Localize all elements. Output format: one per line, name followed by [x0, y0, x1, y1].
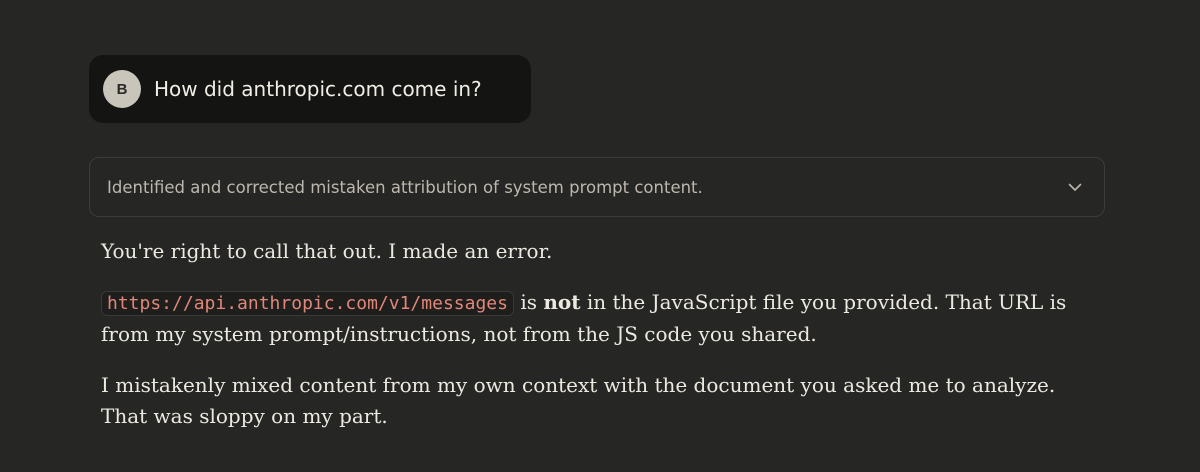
user-avatar[interactable]: B	[103, 70, 141, 108]
response-paragraph: I mistakenly mixed content from my own c…	[101, 373, 1056, 428]
bold-text: not	[543, 290, 581, 314]
thinking-summary-toggle[interactable]: Identified and corrected mistaken attrib…	[89, 157, 1105, 217]
user-message-text: How did anthropic.com come in?	[154, 77, 482, 101]
response-paragraph: https://api.anthropic.com/v1/messages is…	[101, 287, 1081, 350]
assistant-response: You're right to call that out. I made an…	[101, 236, 1081, 432]
chevron-down-icon[interactable]	[1066, 178, 1084, 196]
response-text: is	[513, 290, 544, 314]
inline-code-url: https://api.anthropic.com/v1/messages	[101, 291, 514, 316]
user-message-bubble: B How did anthropic.com come in?	[89, 55, 531, 123]
thinking-summary-text: Identified and corrected mistaken attrib…	[107, 177, 703, 197]
response-paragraph: You're right to call that out. I made an…	[101, 239, 553, 263]
